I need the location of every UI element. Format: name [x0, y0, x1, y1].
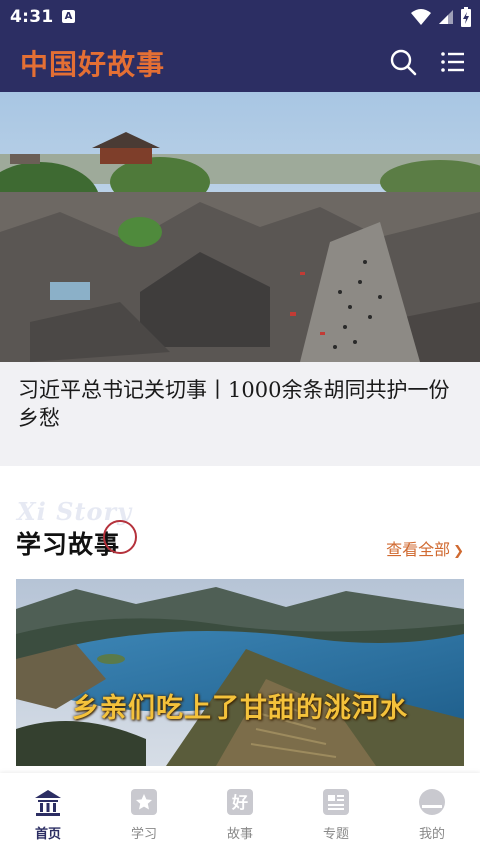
menu-button[interactable]: [438, 47, 468, 77]
star-icon: [131, 789, 157, 815]
carousel-indicator: [0, 456, 480, 466]
notification-icon: A: [62, 10, 75, 23]
nav-topics[interactable]: 专题: [301, 787, 371, 843]
view-all-label: 查看全部: [386, 540, 451, 559]
search-button[interactable]: [388, 47, 418, 77]
hero-image: [0, 92, 480, 362]
feature-caption: 乡亲们吃上了甘甜的洮河水: [72, 693, 408, 724]
section-header: Xi Story 学习故事 查看全部 ❯: [0, 492, 480, 572]
chevron-right-icon: ❯: [453, 544, 464, 559]
nav-label: 我的: [418, 827, 445, 842]
nav-story[interactable]: 好 故事: [205, 787, 275, 843]
feature-story-card[interactable]: 乡亲们吃上了甘甜的洮河水: [16, 579, 464, 766]
view-all-link[interactable]: 查看全部 ❯: [386, 536, 464, 560]
app-header: 中国好故事: [0, 34, 480, 92]
nav-label: 首页: [34, 827, 61, 842]
nav-label: 故事: [226, 827, 253, 842]
list-menu-icon: [441, 52, 464, 72]
hutong-aerial-image: [0, 92, 480, 362]
river-valley-image: [16, 579, 464, 766]
nav-profile[interactable]: 我的: [397, 787, 467, 843]
title-circle-decoration: [103, 520, 137, 554]
topic-icon: [323, 789, 349, 815]
home-icon: [35, 790, 61, 816]
wifi-icon: [410, 8, 431, 25]
status-bar: 4:31 A: [0, 0, 480, 34]
hero-banner[interactable]: 习近平总书记关切事丨1000余条胡同共护一份乡愁: [0, 92, 480, 466]
hero-title: 习近平总书记关切事丨1000余条胡同共护一份乡愁: [18, 378, 450, 430]
nav-label: 学习: [130, 827, 157, 842]
story-icon: 好: [227, 789, 253, 815]
profile-icon: [419, 789, 445, 815]
battery-charging-icon: [461, 6, 471, 27]
search-icon: [390, 49, 417, 76]
bottom-nav: 首页 学习 好 故事 专题 我的: [0, 773, 480, 853]
status-time: 4:31: [10, 7, 54, 27]
cell-signal-icon: [438, 9, 453, 24]
nav-study[interactable]: 学习: [109, 787, 179, 843]
status-icons: [410, 6, 472, 28]
svg-text:好: 好: [231, 793, 248, 812]
app-title: 中国好故事: [20, 48, 166, 81]
nav-label: 专题: [322, 827, 349, 842]
nav-home[interactable]: 首页: [13, 787, 83, 843]
